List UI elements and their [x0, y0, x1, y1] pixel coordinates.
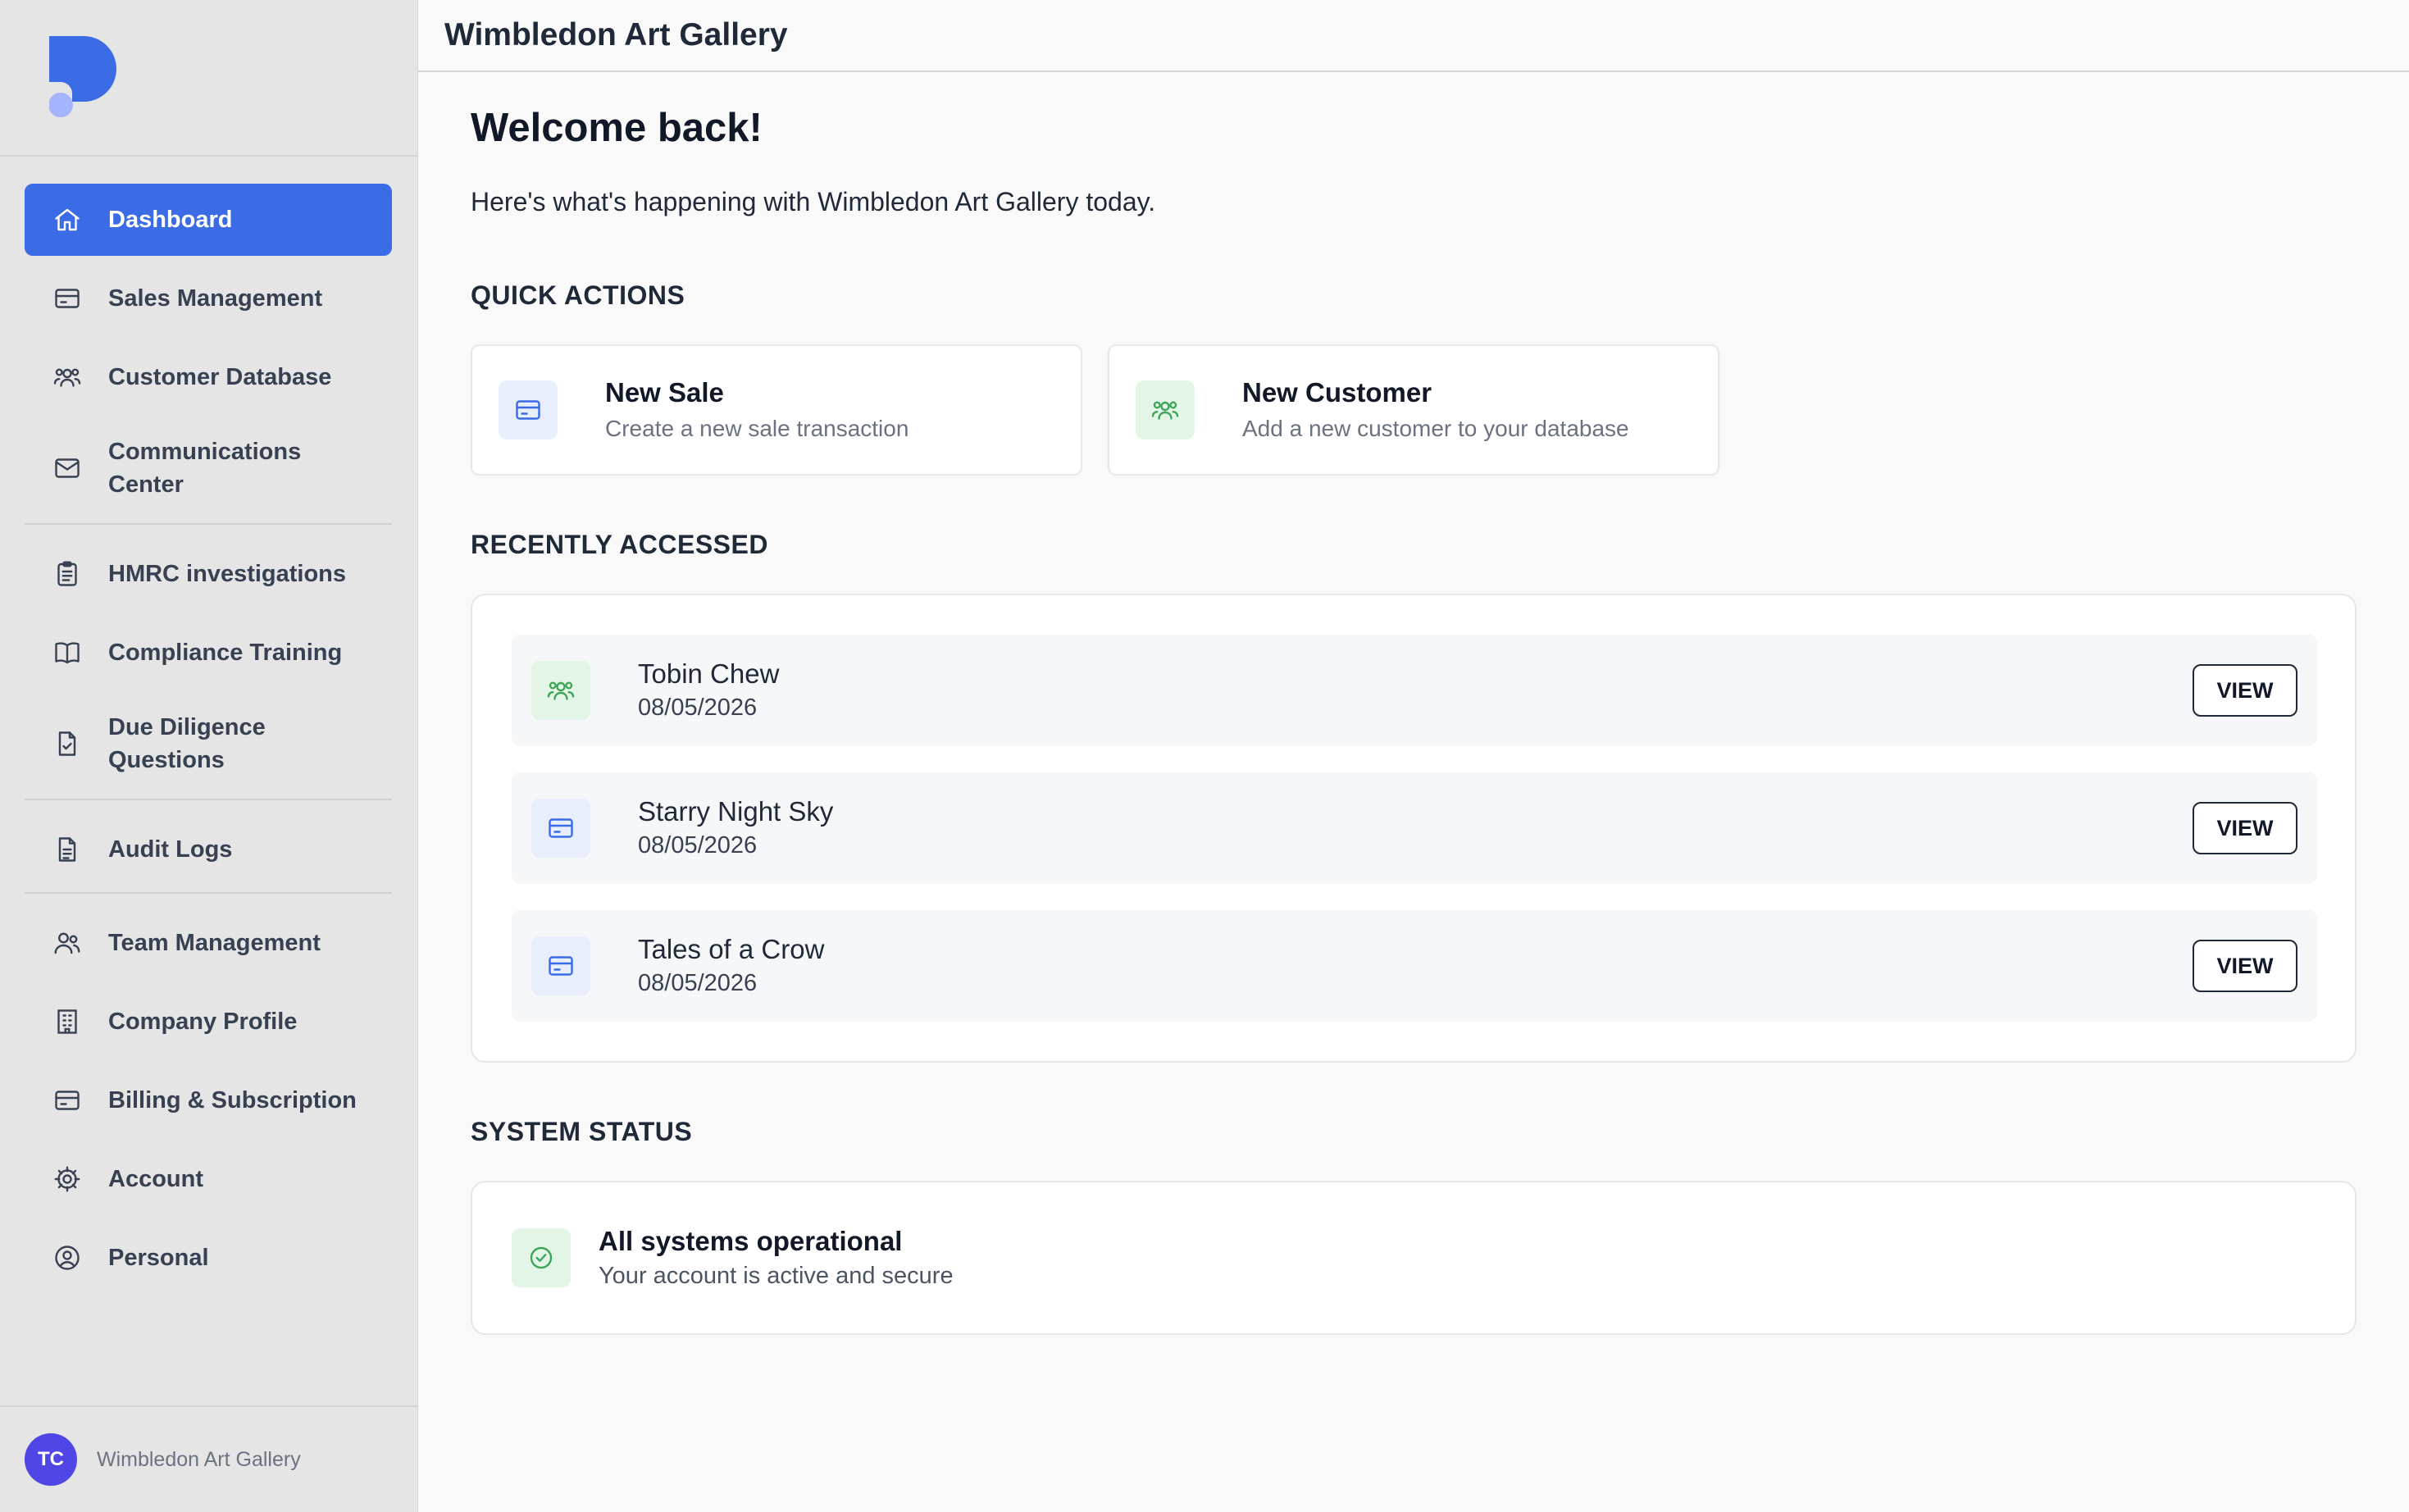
sidebar-item-label: HMRC investigations [108, 561, 347, 587]
recent-item-date: 08/05/2026 [638, 970, 758, 996]
clipboard-icon [52, 559, 82, 589]
sidebar-item-personal[interactable]: Personal [25, 1222, 392, 1294]
gear-icon [52, 1164, 82, 1194]
sidebar-item-compliance-training[interactable]: Compliance Training [25, 617, 392, 689]
sidebar-item-billing-subscription[interactable]: Billing & Subscription [25, 1064, 392, 1136]
system-status-panel: All systems operational Your account is … [471, 1181, 2357, 1335]
sidebar-item-label: Dashboard [108, 207, 233, 233]
footer-company-name: Wimbledon Art Gallery [97, 1447, 301, 1471]
users-group-icon [531, 661, 590, 720]
nav-divider [25, 892, 392, 894]
sidebar-item-team-management[interactable]: Team Management [25, 907, 392, 979]
credit-card-icon [531, 936, 590, 995]
check-circle-icon [512, 1228, 571, 1287]
sidebar-item-account[interactable]: Account [25, 1143, 392, 1215]
sidebar-item-label: Company Profile [108, 1009, 298, 1035]
book-icon [52, 638, 82, 667]
sidebar-item-label: Billing & Subscription [108, 1087, 357, 1114]
file-check-icon [52, 729, 82, 758]
status-title: All systems operational [599, 1226, 903, 1256]
building-icon [52, 1007, 82, 1036]
page-title: Wimbledon Art Gallery [444, 17, 788, 52]
new-customer-card[interactable]: New Customer Add a new customer to your … [1108, 344, 1719, 476]
recent-item-name: Starry Night Sky [638, 796, 834, 827]
quick-action-desc: Add a new customer to your database [1242, 416, 1629, 441]
file-text-icon [52, 835, 82, 864]
logo-area [0, 0, 417, 157]
new-sale-card[interactable]: New Sale Create a new sale transaction [471, 344, 1082, 476]
recently-accessed-panel: Tobin Chew 08/05/2026 VIEW Starry Night … [471, 594, 2357, 1063]
recent-item-date: 08/05/2026 [638, 832, 758, 858]
sidebar-item-communications-center[interactable]: Communications Center [25, 420, 392, 517]
sidebar: Dashboard Sales Management Customer Data… [0, 0, 418, 1512]
welcome-subtitle: Here's what's happening with Wimbledon A… [471, 187, 1156, 216]
sidebar-item-label: Personal [108, 1245, 209, 1271]
sidebar-item-label: Sales Management [108, 285, 323, 312]
sidebar-nav: Dashboard Sales Management Customer Data… [25, 184, 392, 1300]
recent-item-name: Tales of a Crow [638, 934, 825, 964]
brand-logo[interactable] [49, 36, 116, 118]
users-icon [52, 928, 82, 958]
top-bar: Wimbledon Art Gallery [418, 0, 2409, 72]
sidebar-item-label: Audit Logs [108, 836, 233, 863]
list-item[interactable]: Starry Night Sky 08/05/2026 VIEW [512, 772, 2317, 884]
nav-divider [25, 523, 392, 525]
quick-actions-title: QUICK ACTIONS [471, 280, 685, 310]
sidebar-item-audit-logs[interactable]: Audit Logs [25, 813, 392, 886]
list-item[interactable]: Tales of a Crow 08/05/2026 VIEW [512, 910, 2317, 1022]
sidebar-item-label: Customer Database [108, 364, 332, 390]
user-circle-icon [52, 1243, 82, 1273]
recent-item-name: Tobin Chew [638, 658, 780, 689]
recently-accessed-title: RECENTLY ACCESSED [471, 530, 768, 559]
users-group-icon [52, 362, 82, 392]
sidebar-item-label: Compliance Training [108, 640, 343, 666]
sidebar-item-hmrc-investigations[interactable]: HMRC investigations [25, 538, 392, 610]
view-button[interactable]: VIEW [2193, 802, 2297, 854]
view-button[interactable]: VIEW [2193, 940, 2297, 992]
sidebar-item-dashboard[interactable]: Dashboard [25, 184, 392, 256]
list-item[interactable]: Tobin Chew 08/05/2026 VIEW [512, 635, 2317, 746]
quick-action-desc: Create a new sale transaction [605, 416, 909, 441]
quick-action-title: New Sale [605, 377, 724, 408]
welcome-heading: Welcome back! [471, 106, 763, 150]
credit-card-icon [52, 1086, 82, 1115]
sidebar-item-label: Account [108, 1166, 203, 1192]
nav-divider [25, 799, 392, 800]
status-description: Your account is active and secure [599, 1263, 954, 1289]
sidebar-item-customer-database[interactable]: Customer Database [25, 341, 392, 413]
credit-card-icon [499, 380, 558, 439]
sidebar-footer[interactable]: TC Wimbledon Art Gallery [0, 1405, 418, 1512]
sidebar-item-label: Team Management [108, 930, 321, 956]
system-status-title: SYSTEM STATUS [471, 1117, 693, 1146]
mail-icon [52, 453, 82, 483]
home-icon [52, 205, 82, 235]
sidebar-item-label: Communications Center [108, 439, 302, 498]
sidebar-item-sales-management[interactable]: Sales Management [25, 262, 392, 335]
recent-item-date: 08/05/2026 [638, 695, 758, 721]
sidebar-item-company-profile[interactable]: Company Profile [25, 986, 392, 1058]
credit-card-icon [52, 284, 82, 313]
sidebar-item-due-diligence-questions[interactable]: Due Diligence Questions [25, 695, 392, 792]
avatar[interactable]: TC [25, 1433, 77, 1486]
users-group-icon [1136, 380, 1195, 439]
sidebar-item-label: Due Diligence Questions [108, 714, 266, 773]
credit-card-icon [531, 799, 590, 858]
quick-action-title: New Customer [1242, 377, 1432, 408]
view-button[interactable]: VIEW [2193, 664, 2297, 717]
